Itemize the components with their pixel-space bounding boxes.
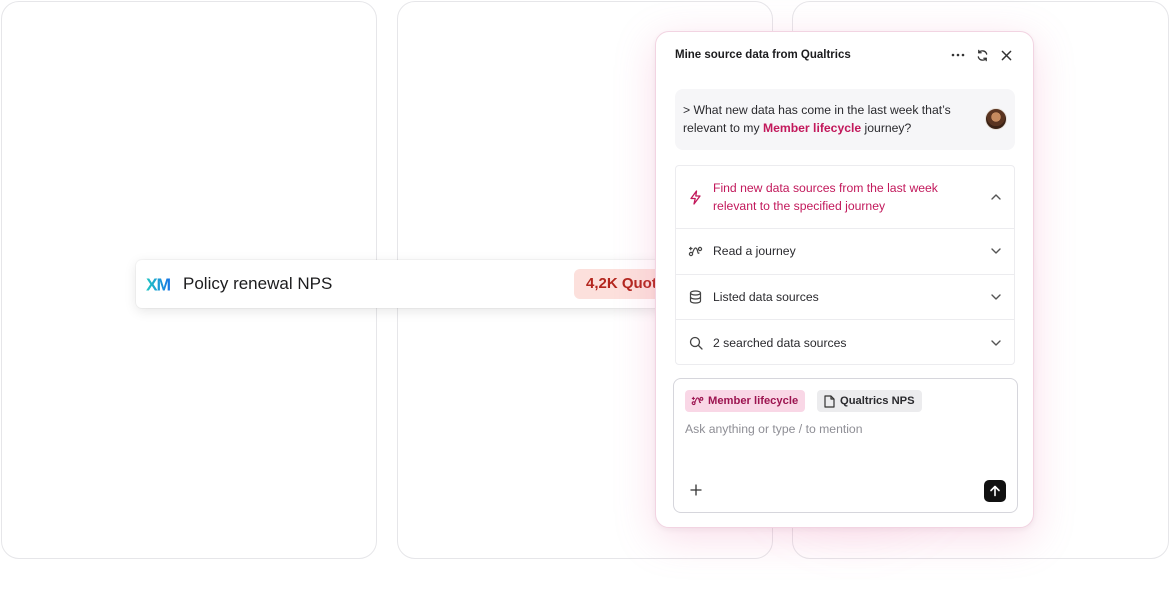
prompt-journey-link[interactable]: Member lifecycle — [763, 121, 861, 135]
svg-text:XM: XM — [146, 275, 170, 295]
prompt-text-suffix: journey? — [861, 121, 912, 135]
step-label: Find new data sources from the last week… — [713, 181, 938, 213]
agent-steps: Find new data sources from the last week… — [675, 165, 1015, 365]
chip-label: Qualtrics NPS — [840, 395, 915, 407]
chat-composer[interactable]: Member lifecycle Qualtrics NPS — [673, 378, 1018, 513]
panel-title: Mine source data from Qualtrics — [675, 49, 851, 61]
step-read-journey[interactable]: Read a journey — [676, 229, 1014, 275]
assistant-panel: Mine source data from Qualtrics > What n… — [655, 31, 1034, 528]
step-label: Read a journey — [713, 244, 796, 259]
step-searched-sources[interactable]: 2 searched data sources — [676, 320, 1014, 366]
chevron-up-icon[interactable] — [990, 191, 1002, 203]
context-chip-qualtrics-nps[interactable]: Qualtrics NPS — [817, 390, 922, 412]
user-prompt: > What new data has come in the last wee… — [675, 89, 1015, 150]
source-row-policy-renewal[interactable]: XM Policy renewal NPS 4,2K Quotes — [136, 260, 696, 308]
journey-icon — [688, 244, 703, 259]
refresh-icon[interactable] — [974, 47, 990, 63]
close-icon[interactable] — [998, 47, 1014, 63]
xm-logo: XM — [146, 275, 172, 295]
avatar — [985, 108, 1007, 130]
chevron-down-icon[interactable] — [990, 337, 1002, 349]
database-icon — [688, 289, 703, 304]
step-find-sources[interactable]: Find new data sources from the last week… — [676, 166, 1014, 229]
source-title: Policy renewal NPS — [183, 274, 333, 293]
context-chip-member-lifecycle[interactable]: Member lifecycle — [685, 390, 806, 412]
chat-input[interactable] — [685, 422, 1005, 436]
search-icon — [688, 335, 703, 350]
add-icon[interactable] — [687, 481, 705, 499]
more-icon[interactable] — [950, 47, 966, 63]
document-icon — [823, 394, 836, 408]
chevron-down-icon[interactable] — [990, 245, 1002, 257]
step-label: 2 searched data sources — [713, 335, 847, 350]
arrow-up-icon — [990, 485, 1000, 497]
journey-icon — [691, 395, 704, 408]
lightning-icon — [688, 189, 703, 205]
chevron-down-icon[interactable] — [990, 291, 1002, 303]
chip-label: Member lifecycle — [708, 395, 799, 407]
step-label: Listed data sources — [713, 289, 819, 304]
send-button[interactable] — [984, 480, 1006, 502]
step-listed-sources[interactable]: Listed data sources — [676, 275, 1014, 320]
panel-header: Mine source data from Qualtrics — [656, 32, 1033, 78]
